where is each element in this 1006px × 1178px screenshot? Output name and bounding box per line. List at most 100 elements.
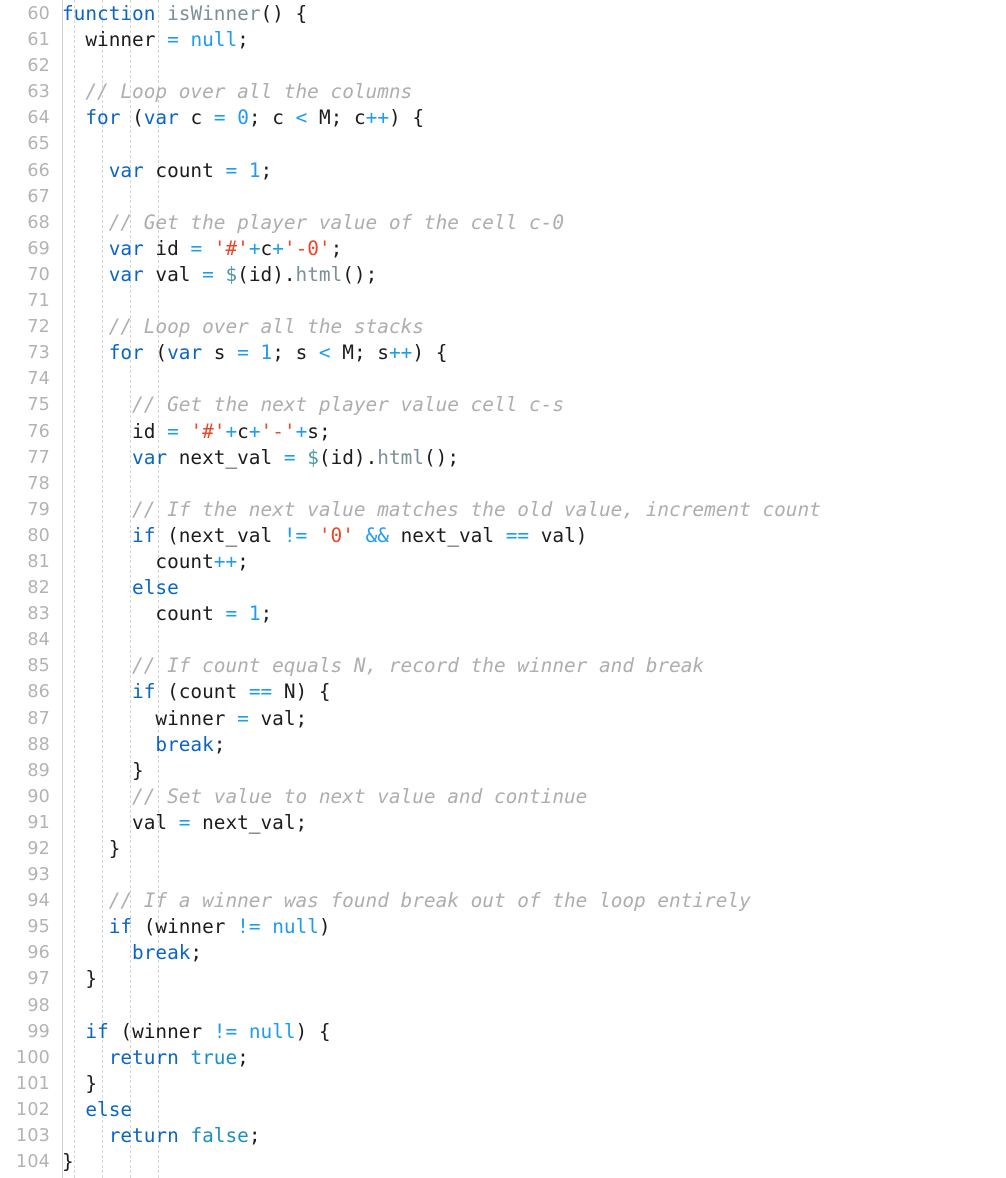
code-line[interactable]	[62, 288, 1006, 314]
code-line[interactable]: return false;	[62, 1123, 1006, 1149]
code-token-kw: else	[132, 576, 179, 600]
code-line[interactable]: var next_val = $(id).html();	[62, 445, 1006, 471]
line-number: 92	[27, 839, 50, 859]
code-line[interactable]	[62, 53, 1006, 79]
line-number: 61	[27, 30, 50, 51]
code-token-plain: ;	[260, 602, 273, 626]
line-number: 86	[27, 682, 50, 703]
code-token-plain: (id).	[318, 445, 378, 469]
code-line[interactable]	[62, 471, 1006, 497]
code-token-op: =	[167, 28, 179, 52]
code-token-dollar: $	[225, 262, 238, 286]
code-line[interactable]: return true;	[62, 1045, 1006, 1071]
code-token-plain: val;	[248, 706, 308, 730]
code-line[interactable]: // Get the player value of the cell c-0	[62, 210, 1006, 236]
code-line[interactable]	[62, 366, 1006, 392]
code-line[interactable]: for (var s = 1; s < M; s++) {	[62, 340, 1006, 366]
code-line[interactable]: else	[62, 575, 1006, 601]
code-token-plain: () {	[260, 2, 308, 25]
code-token-plain: next_val	[167, 445, 284, 469]
code-token-op: !=	[237, 915, 261, 939]
code-line[interactable]: val = next_val;	[62, 810, 1006, 836]
code-token-op: =	[178, 810, 191, 834]
line-number: 77	[27, 447, 50, 468]
code-line[interactable]	[62, 862, 1006, 888]
code-lines[interactable]: function isWinner() { winner = null; // …	[62, 1, 1006, 1175]
code-token-kw: if	[132, 680, 156, 704]
code-line[interactable]	[62, 627, 1006, 653]
code-line[interactable]: // If count equals N, record the winner …	[62, 653, 1006, 679]
code-content-area[interactable]: function isWinner() { winner = null; // …	[62, 0, 1006, 1178]
code-line[interactable]: }	[62, 836, 1006, 862]
code-line[interactable]	[62, 131, 1006, 157]
code-token-op: =	[202, 262, 214, 286]
code-line[interactable]: if (winner != null) {	[62, 1019, 1006, 1045]
code-line[interactable]: var count = 1;	[62, 158, 1006, 184]
code-token-plain: c	[260, 236, 273, 260]
code-token-plain: val	[143, 262, 203, 286]
code-line[interactable]: function isWinner() {	[62, 1, 1006, 27]
code-token-fn: html	[377, 445, 424, 469]
code-token-op: !=	[283, 523, 308, 547]
code-token-kw: if	[85, 1019, 109, 1043]
code-token-com: // If the next value matches the old val…	[132, 497, 821, 521]
code-line[interactable]: // Loop over all the stacks	[62, 314, 1006, 340]
code-token-plain: }	[62, 758, 144, 782]
code-token-plain: ;	[260, 158, 273, 182]
code-token-plain: id	[62, 419, 168, 443]
code-line[interactable]: // Set value to next value and continue	[62, 784, 1006, 810]
code-line[interactable]: // Loop over all the columns	[62, 79, 1006, 105]
code-token-plain: s;	[307, 419, 331, 443]
code-line[interactable]: count = 1;	[62, 601, 1006, 627]
code-token-op: &&	[365, 523, 389, 547]
line-number: 81	[27, 551, 50, 572]
code-line[interactable]: var id = '#'+c+'-0';	[62, 236, 1006, 262]
code-line[interactable]: count++;	[62, 549, 1006, 575]
code-line[interactable]: var val = $(id).html();	[62, 262, 1006, 288]
code-line[interactable]: winner = val;	[62, 706, 1006, 732]
code-line[interactable]: break;	[62, 732, 1006, 758]
code-token-str: '#'	[213, 236, 249, 260]
code-line[interactable]	[62, 184, 1006, 210]
code-token-plain: N) {	[272, 680, 331, 704]
code-line[interactable]: for (var c = 0; c < M; c++) {	[62, 105, 1006, 131]
code-line[interactable]: id = '#'+c+'-'+s;	[62, 419, 1006, 445]
line-number: 104	[15, 1152, 50, 1173]
code-token-fn: isWinner	[167, 2, 261, 25]
code-line[interactable]: }	[62, 1149, 1006, 1175]
line-number: 76	[27, 421, 50, 442]
code-editor[interactable]: 60 61 62 63 64 65 66 67 68 69 70 71 72 73 74 75 76 77 78 79…	[0, 0, 1006, 1178]
code-line[interactable]: break;	[62, 940, 1006, 966]
code-line[interactable]: winner = null;	[62, 27, 1006, 53]
code-token-plain: (next_val	[155, 523, 284, 547]
code-line[interactable]: else	[62, 1097, 1006, 1123]
line-number: 69	[27, 238, 50, 259]
code-token-op: ==	[248, 680, 273, 704]
code-token-kw: var	[167, 341, 203, 365]
code-line[interactable]: if (next_val != '0' && next_val == val)	[62, 523, 1006, 549]
code-token-op: =	[225, 602, 238, 626]
line-number: 102	[15, 1099, 50, 1120]
code-token-plain: ) {	[295, 1019, 331, 1043]
code-line[interactable]: // Get the next player value cell c-s	[62, 392, 1006, 418]
code-line[interactable]: }	[62, 758, 1006, 784]
code-line[interactable]: // If a winner was found break out of th…	[62, 888, 1006, 914]
code-line[interactable]: if (count == N) {	[62, 679, 1006, 705]
code-line[interactable]	[62, 993, 1006, 1019]
code-line[interactable]: }	[62, 966, 1006, 992]
code-token-str: '0'	[318, 523, 354, 547]
code-token-op: ++	[213, 549, 238, 573]
code-line[interactable]: }	[62, 1071, 1006, 1097]
code-line[interactable]: // If the next value matches the old val…	[62, 497, 1006, 523]
code-token-kw: for	[108, 341, 144, 365]
code-line[interactable]: if (winner != null)	[62, 914, 1006, 940]
